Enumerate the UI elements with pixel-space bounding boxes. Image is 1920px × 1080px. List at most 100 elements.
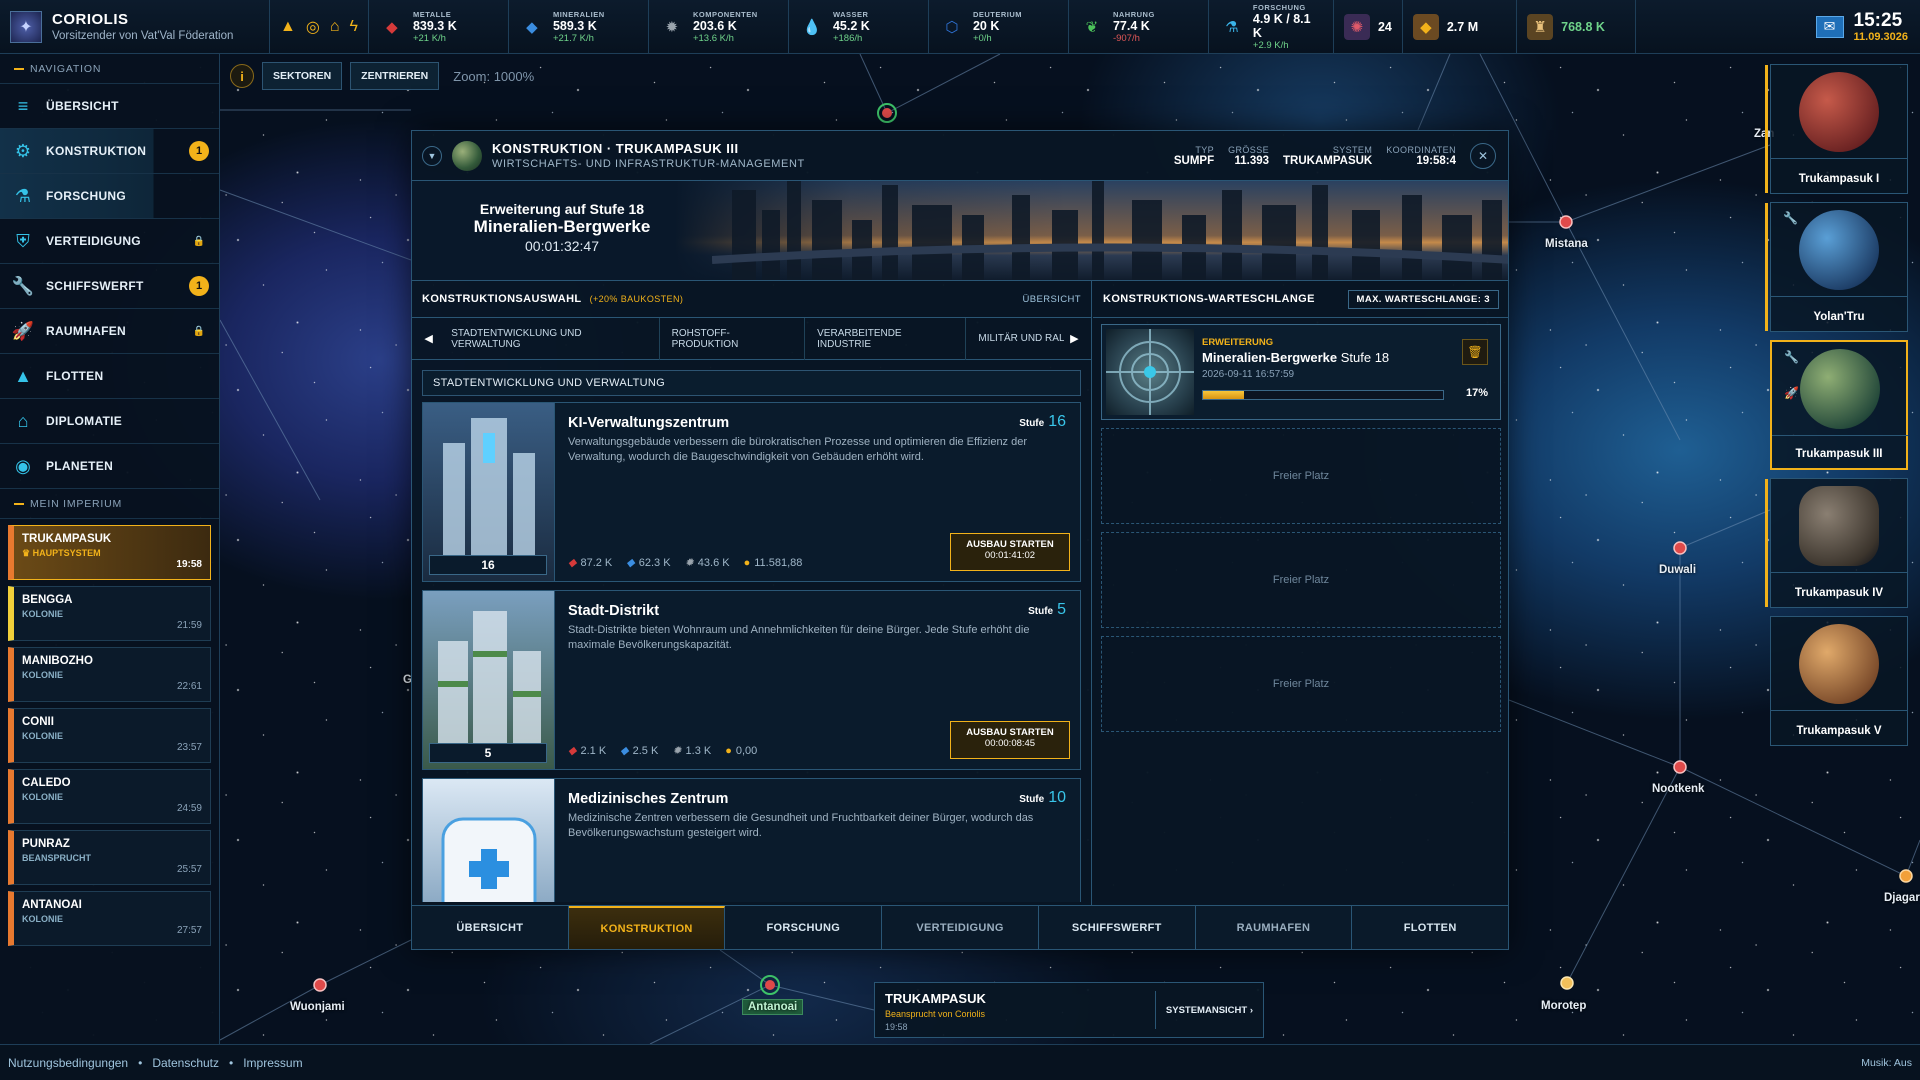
colony-item[interactable]: TRUKAMPASUK ♛ HAUPTSYSTEM 19:58	[8, 525, 211, 580]
target-quick-icon[interactable]: ◎	[306, 17, 320, 37]
center-button[interactable]: ZENTRIEREN	[350, 62, 440, 90]
selection-overview-link[interactable]: ÜBERSICHT	[1023, 294, 1082, 305]
planet-name: Trukampasuk I	[1798, 173, 1880, 185]
tabs-right-arrow-icon[interactable]: ▶	[1064, 332, 1085, 345]
resource-deuterium[interactable]: ⬡ DEUTERIUM 20 K +0/h	[929, 0, 1069, 54]
terms-link[interactable]: Nutzungsbedingungen	[8, 1056, 128, 1070]
category-tab-resources[interactable]: ROHSTOFF-PRODUKTION	[660, 317, 806, 360]
colony-type: KOLONIE	[22, 914, 64, 924]
sidebar-item-forschung[interactable]: ⚗ FORSCHUNG	[0, 174, 219, 219]
info-icon[interactable]: i	[230, 64, 254, 88]
influence-display[interactable]: ♜ 768.8 K	[1517, 0, 1636, 54]
sidebar-item-planeten[interactable]: ◉ PLANETEN	[0, 444, 219, 489]
category-tab-city[interactable]: STADTENTWICKLUNG UND VERWALTUNG	[439, 317, 660, 360]
asteroid-icon	[1799, 485, 1879, 566]
crown-icon: ♛	[22, 548, 33, 558]
imprint-link[interactable]: Impressum	[243, 1056, 302, 1070]
overview-icon: ≡	[17, 95, 29, 116]
population-display[interactable]: ✺ 24	[1334, 0, 1403, 54]
research-icon: ⚗	[1225, 18, 1239, 36]
sidebar-item-diplomatie[interactable]: ⌂ DIPLOMATIE	[0, 399, 219, 444]
colony-item[interactable]: PUNRAZ BEANSPRUCHT 25:57	[8, 830, 211, 885]
tab-spaceport[interactable]: RAUMHAFEN	[1196, 906, 1353, 949]
colony-item[interactable]: ANTANOAI KOLONIE 27:57	[8, 891, 211, 946]
colony-item[interactable]: CONII KOLONIE 23:57	[8, 708, 211, 763]
sidebar-item-flotten[interactable]: ▲ FLOTTEN	[0, 354, 219, 399]
category-tab-military[interactable]: MILITÄR UND RAL	[966, 318, 1063, 360]
colony-item[interactable]: MANIBOZHO KOLONIE 22:61	[8, 647, 211, 702]
sidebar-item-raumhafen[interactable]: 🚀 RAUMHAFEN 🔒	[0, 309, 219, 354]
system-label-mistana[interactable]: Mistana	[1545, 238, 1588, 250]
resource-wasser[interactable]: 💧 WASSER 45.2 K +186/h	[789, 0, 929, 54]
minerals-icon: ◆	[626, 557, 635, 569]
start-upgrade-button[interactable]: AUSBAU STARTEN 00:00:08:45	[950, 721, 1070, 759]
collapse-chevron-icon[interactable]: ▼	[422, 145, 442, 166]
fleet-icon: ▲	[14, 365, 32, 386]
music-toggle[interactable]: Musik: Aus	[1861, 1057, 1912, 1069]
notification-badge: 1	[189, 276, 209, 296]
close-icon[interactable]: ✕	[1470, 142, 1496, 169]
clock-date: 11.09.3026	[1853, 30, 1908, 43]
system-label-nootkenk[interactable]: Nootkenk	[1652, 783, 1704, 795]
building-card[interactable]: Medizinisches Zentrum Stufe 10 Medizinisc…	[422, 778, 1081, 902]
resource-mineralien[interactable]: ◆ MINERALIEN 589.3 K +21.7 K/h	[509, 0, 649, 54]
quick-icons: ▲ ◎ ⌂ ϟ	[270, 0, 369, 54]
building-card[interactable]: 16 KI-Verwaltungszentrum Stufe 16 Verwalt…	[422, 402, 1081, 582]
banner-upgrade-label: Erweiterung auf Stufe 18	[479, 201, 645, 217]
planet-card-trukampasuk-5[interactable]: Trukampasuk V	[1770, 616, 1908, 746]
trash-icon[interactable]: 🗑	[1462, 339, 1488, 365]
credits-display[interactable]: ◆ 2.7 M	[1403, 0, 1518, 54]
resource-label: FORSCHUNG	[1252, 2, 1306, 12]
building-card[interactable]: 5 Stadt-Distrikt Stufe 5 Stadt-Distrikte …	[422, 590, 1081, 770]
planet-card-trukampasuk-3[interactable]: 🔧 🚀 Trukampasuk III	[1770, 340, 1908, 470]
system-view-button[interactable]: SYSTEMANSICHT ›	[1154, 991, 1253, 1029]
system-label-duwali[interactable]: Duwali	[1659, 564, 1696, 576]
tabs-left-arrow-icon[interactable]: ◀	[418, 332, 439, 345]
resource-nahrung[interactable]: ❦ NAHRUNG 77.4 K -907/h	[1069, 0, 1209, 54]
system-label-morotep[interactable]: Morotep	[1541, 1000, 1586, 1012]
colony-item[interactable]: CALEDO KOLONIE 24:59	[8, 769, 211, 824]
mail-icon[interactable]: ✉	[1815, 15, 1844, 38]
tab-construction[interactable]: KONSTRUKTION	[568, 906, 726, 949]
tab-fleets[interactable]: FLOTTEN	[1352, 906, 1508, 949]
section-title: STADTENTWICKLUNG UND VERWALTUNG	[422, 370, 1081, 396]
building-list[interactable]: 16 KI-Verwaltungszentrum Stufe 16 Verwalt…	[412, 402, 1091, 902]
planet-card-yolantru[interactable]: 🔧 Yolan'Tru	[1765, 202, 1908, 332]
faction-emblem-icon[interactable]: ✦	[10, 10, 42, 43]
start-upgrade-button[interactable]: AUSBAU STARTEN 00:01:41:02	[950, 533, 1070, 571]
category-tab-industry[interactable]: VERARBEITENDE INDUSTRIE	[805, 317, 967, 360]
sectors-button[interactable]: SEKTOREN	[262, 62, 343, 90]
queue-item[interactable]: ERWEITERUNG Mineralien-Bergwerke Stufe 1…	[1101, 324, 1501, 420]
sidebar-item-übersicht[interactable]: ≡ ÜBERSICHT	[0, 84, 219, 129]
system-label-djagar[interactable]: Djagar	[1884, 892, 1920, 904]
sidebar-item-verteidigung[interactable]: ⛨ VERTEIDIGUNG 🔒	[0, 219, 219, 264]
resource-metalle[interactable]: ◆ METALLE 839.3 K +21 K/h	[369, 0, 509, 54]
colony-item[interactable]: BENGGA KOLONIE 21:59	[8, 586, 211, 641]
queue-title: KONSTRUKTIONS-WARTESCHLANGE	[1103, 293, 1315, 305]
government-quick-icon[interactable]: ⌂	[330, 18, 340, 36]
resource-forschung[interactable]: ⚗ FORSCHUNG 4.9 K / 8.1 K +2.9 K/h	[1209, 0, 1334, 54]
tab-defense[interactable]: VERTEIDIGUNG	[882, 906, 1039, 949]
sidebar-item-konstruktion[interactable]: ⚙ KONSTRUKTION 1	[0, 129, 219, 174]
privacy-link[interactable]: Datenschutz	[152, 1056, 219, 1070]
system-label-wuonjami[interactable]: Wuonjami	[290, 1001, 345, 1013]
system-info-box[interactable]: TRUKAMPASUK Beansprucht von Coriolis 19:…	[874, 982, 1264, 1038]
system-label-antanoai[interactable]: Antanoai	[742, 999, 804, 1015]
fleet-quick-icon[interactable]: ▲	[280, 18, 296, 36]
tab-research[interactable]: FORSCHUNG	[725, 906, 883, 949]
colony-time: 22:61	[176, 681, 202, 692]
planet-card-trukampasuk-4[interactable]: Trukampasuk IV	[1765, 478, 1908, 608]
energy-quick-icon[interactable]: ϟ	[349, 18, 357, 36]
planet-card-trukampasuk-1[interactable]: Trukampasuk I	[1765, 64, 1908, 194]
resource-label: MINERALIEN	[552, 9, 605, 19]
resource-bar: ◆ METALLE 839.3 K +21 K/h ◆ MINERALIEN 58…	[369, 0, 1334, 54]
notification-badge: 1	[189, 141, 209, 161]
sidebar-item-schiffswerft[interactable]: 🔧 SCHIFFSWERFT 1	[0, 264, 219, 309]
resource-komponenten[interactable]: ✹ KOMPONENTEN 203.6 K +13.6 K/h	[649, 0, 789, 54]
tab-overview[interactable]: ÜBERSICHT	[412, 906, 569, 949]
tab-shipyard[interactable]: SCHIFFSWERFT	[1039, 906, 1196, 949]
resource-label: KOMPONENTEN	[692, 9, 758, 19]
metal-icon: ◆	[568, 557, 577, 569]
components-icon: ✹	[672, 745, 682, 757]
top-bar: ✦ CORIOLIS Vorsitzender von Vat'Val Föde…	[0, 0, 1920, 54]
